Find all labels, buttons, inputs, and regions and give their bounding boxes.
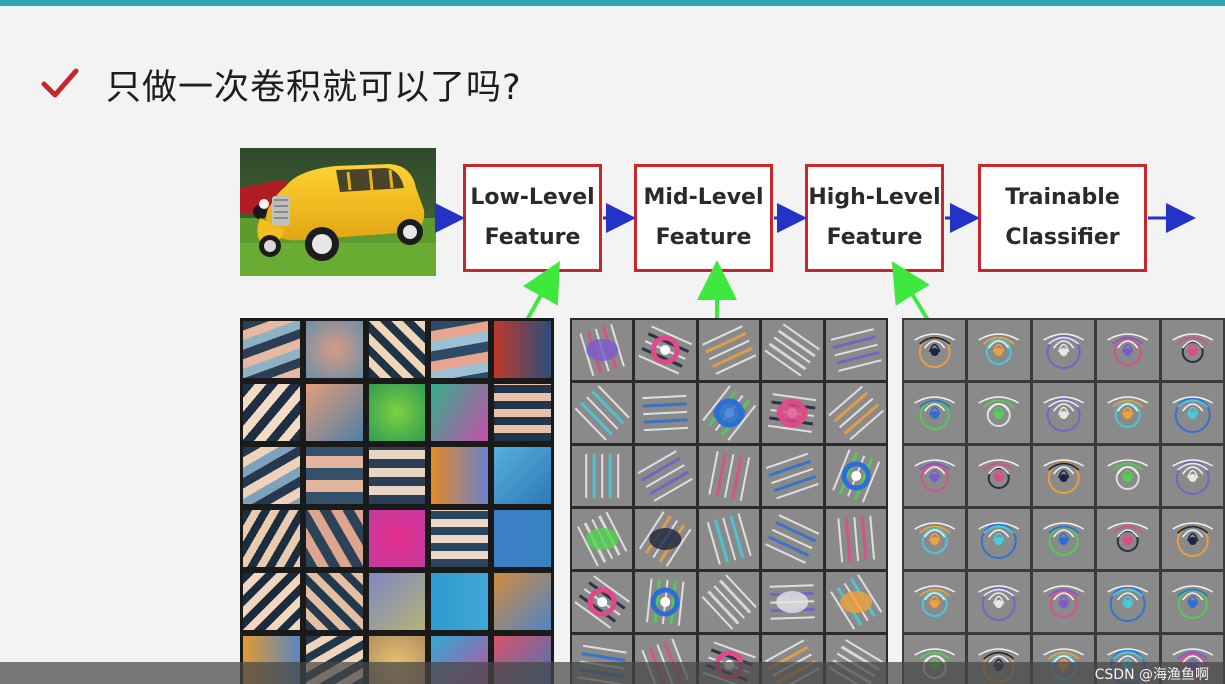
link-arrows	[522, 260, 930, 322]
mid-level-filter-tile	[635, 509, 696, 569]
mid-level-filter-grid	[570, 318, 888, 684]
mid-level-filter-tile	[635, 446, 696, 506]
link-arrow-low	[522, 261, 560, 321]
low-level-filter-tile	[305, 573, 363, 630]
mid-level-filter-tile	[572, 320, 633, 380]
low-level-filter-tile	[305, 384, 363, 441]
low-level-filter-tile	[494, 447, 551, 504]
stage-low-level-feature: Low-Level Feature	[463, 164, 602, 272]
low-level-filter-tile	[431, 510, 489, 567]
low-level-filter-tile	[494, 384, 551, 441]
mid-level-filter-tile	[572, 572, 633, 632]
watermark-bar	[0, 662, 1225, 684]
high-level-filter-tile	[968, 509, 1030, 569]
car-photo	[240, 148, 436, 276]
high-level-filter-tile	[1161, 572, 1223, 632]
low-level-filter-tile	[431, 447, 489, 504]
high-level-filter-tile	[904, 572, 966, 632]
mid-level-filter-tile	[635, 320, 696, 380]
mid-level-filter-tile	[762, 509, 823, 569]
stage-mid-level-label: Mid-Level Feature	[643, 185, 764, 250]
mid-level-filter-tile	[762, 446, 823, 506]
mid-level-filter-tile	[762, 572, 823, 632]
high-level-filter-tile	[1097, 509, 1159, 569]
checkmark-icon	[41, 68, 79, 98]
mid-level-filter-tile	[698, 446, 760, 506]
high-level-filter-tile	[1161, 383, 1223, 443]
low-level-filter-tile	[368, 573, 426, 630]
mid-level-filter-tile	[635, 383, 696, 443]
high-level-filter-tile	[1097, 446, 1159, 506]
mid-level-filter-tile	[572, 383, 633, 443]
high-level-filter-tile	[904, 509, 966, 569]
stage-trainable-classifier: Trainable Classifier	[978, 164, 1147, 272]
high-level-filter-tile	[1032, 572, 1095, 632]
low-level-filter-tile	[243, 447, 300, 504]
high-level-filter-tile	[1161, 320, 1223, 380]
low-level-filter-tile	[431, 321, 489, 378]
high-level-filter-tile	[904, 383, 966, 443]
link-arrow-high	[891, 261, 930, 322]
mid-level-filter-tile	[825, 572, 886, 632]
high-level-filter-tile	[968, 572, 1030, 632]
low-level-filter-tile	[243, 321, 300, 378]
low-level-filter-tile	[243, 510, 300, 567]
low-level-filter-tile	[305, 447, 363, 504]
high-level-filter-tile	[968, 320, 1030, 380]
high-level-filter-tile	[1097, 320, 1159, 380]
mid-level-filter-tile	[825, 446, 886, 506]
high-level-filter-tile	[1032, 383, 1095, 443]
stage-mid-level-feature: Mid-Level Feature	[634, 164, 773, 272]
low-level-filter-tile	[494, 321, 551, 378]
low-level-filter-tile	[243, 573, 300, 630]
low-level-filter-tile	[431, 384, 489, 441]
high-level-filter-tile	[1161, 509, 1223, 569]
mid-level-filter-tile	[572, 509, 633, 569]
stage-high-level-label: High-Level Feature	[808, 185, 941, 250]
mid-level-filter-tile	[698, 383, 760, 443]
mid-level-filter-tile	[762, 383, 823, 443]
high-level-filter-tile	[904, 446, 966, 506]
stage-high-level-feature: High-Level Feature	[805, 164, 944, 272]
high-level-filter-tile	[1032, 320, 1095, 380]
low-level-filter-tile	[431, 573, 489, 630]
low-level-filter-tile	[243, 384, 300, 441]
mid-level-filter-tile	[825, 320, 886, 380]
high-level-filter-tile	[1032, 509, 1095, 569]
high-level-filter-tile	[1097, 383, 1159, 443]
low-level-filter-tile	[368, 384, 426, 441]
low-level-filter-tile	[368, 510, 426, 567]
low-level-filter-grid	[240, 318, 554, 684]
mid-level-filter-tile	[572, 446, 633, 506]
stage-low-level-label: Low-Level Feature	[470, 185, 595, 250]
high-level-filter-tile	[1032, 446, 1095, 506]
mid-level-filter-tile	[698, 320, 760, 380]
mid-level-filter-tile	[762, 320, 823, 380]
low-level-filter-tile	[368, 447, 426, 504]
high-level-filter-tile	[968, 383, 1030, 443]
high-level-filter-tile	[1097, 572, 1159, 632]
high-level-filter-tile	[968, 446, 1030, 506]
stage-classifier-label: Trainable Classifier	[1005, 185, 1120, 250]
slide-title: 只做一次卷积就可以了吗?	[106, 67, 522, 108]
low-level-filter-tile	[494, 573, 551, 630]
watermark-text: CSDN @海渔鱼啊	[1094, 667, 1209, 683]
high-level-filter-tile	[1161, 446, 1223, 506]
high-level-filter-tile	[904, 320, 966, 380]
low-level-filter-tile	[368, 321, 426, 378]
high-level-filter-grid	[902, 318, 1225, 684]
top-accent-bar	[0, 0, 1225, 6]
low-level-filter-tile	[305, 321, 363, 378]
low-level-filter-tile	[305, 510, 363, 567]
mid-level-filter-tile	[635, 572, 696, 632]
mid-level-filter-tile	[825, 383, 886, 443]
mid-level-filter-tile	[698, 509, 760, 569]
mid-level-filter-tile	[698, 572, 760, 632]
slide-header: 只做一次卷积就可以了吗?	[40, 58, 522, 110]
low-level-filter-tile	[494, 510, 551, 567]
mid-level-filter-tile	[825, 509, 886, 569]
